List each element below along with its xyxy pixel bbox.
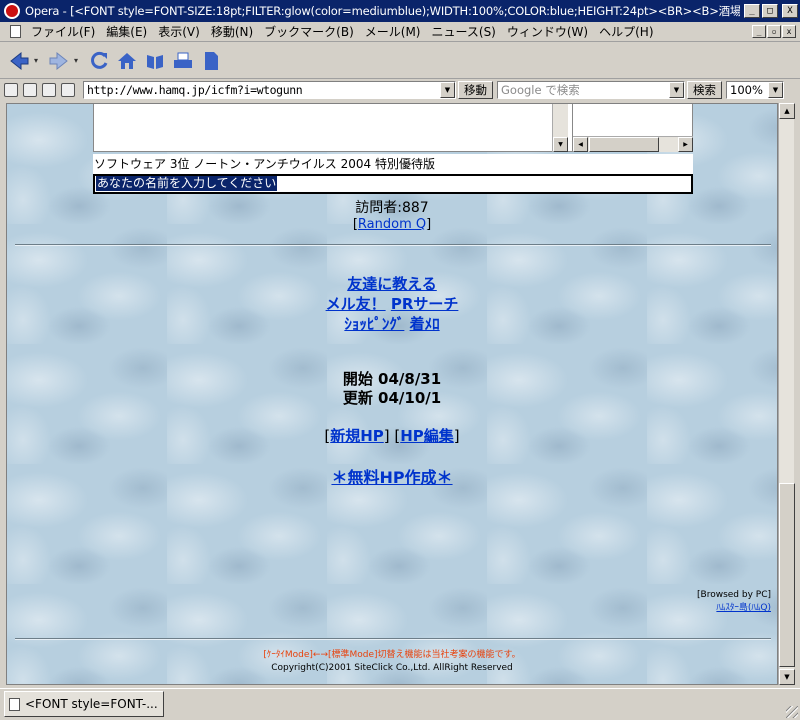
update-date: 更新 04/10/1: [342, 389, 442, 407]
frame-vertical-scrollbar[interactable]: ▼: [552, 104, 568, 152]
divider-bottom: [15, 638, 771, 640]
close-button[interactable]: X: [782, 4, 798, 18]
software-ad-text[interactable]: ソフトウェア 3位 ノートン・アンチウイルス 2004 特別優待版: [93, 154, 693, 174]
frame-scroll-down-button[interactable]: ▼: [553, 137, 568, 152]
home-icon[interactable]: [114, 48, 140, 74]
forward-arrow-icon[interactable]: [46, 48, 72, 74]
minimize-button[interactable]: _: [744, 4, 760, 18]
mdi-minimize-button[interactable]: _: [752, 25, 766, 38]
scroll-thumb[interactable]: [779, 483, 795, 667]
page-footer: [ｹｰﾀｲMode]←→[標準Mode]切替え機能は当社考案の機能です。 Cop…: [7, 649, 777, 675]
links-block: 友達に教える メル友！ PRサーチ ｼｮｯﾋﾟﾝｸﾞ 着ﾒﾛ: [7, 274, 777, 334]
name-input[interactable]: あなたの名前を入力してください: [93, 174, 693, 194]
search-field[interactable]: Google で検索 ▼: [497, 81, 685, 99]
pr-search-link[interactable]: PRサーチ: [391, 295, 459, 313]
new-hp-link[interactable]: 新規HP: [330, 427, 384, 445]
maximize-button[interactable]: □: [762, 4, 778, 18]
page-tab[interactable]: <FONT style=FONT-...: [4, 691, 164, 717]
free-hp-link[interactable]: ＊無料HP作成＊: [331, 468, 452, 487]
start-date: 開始 04/8/31: [342, 370, 442, 388]
opera-logo-icon: [4, 3, 20, 19]
page-vertical-scrollbar[interactable]: ▲ ▼: [778, 103, 795, 685]
tab-document-icon: [9, 697, 20, 711]
page-tab-label[interactable]: <FONT style=FONT-...: [25, 697, 158, 711]
hamster-island-link[interactable]: ﾊﾑｽﾀｰ島(ﾊﾑQ): [716, 603, 771, 613]
resize-grip[interactable]: [786, 706, 798, 718]
visitor-counter: 訪問者:887: [355, 200, 429, 216]
forward-history-dropdown[interactable]: ▾: [74, 56, 82, 65]
print-icon[interactable]: [170, 48, 196, 74]
zoom-dropdown-button[interactable]: ▼: [768, 82, 783, 98]
new-page-icon[interactable]: [42, 83, 56, 97]
zoom-select[interactable]: 100% ▼: [726, 81, 784, 99]
menu-window[interactable]: ウィンドウ(W): [505, 23, 597, 40]
search-button[interactable]: 検索: [687, 81, 722, 99]
frame-right-pane: ◀ ▶: [572, 104, 693, 152]
search-placeholder[interactable]: Google で検索: [498, 82, 669, 98]
browsed-by-label: [Browsed by PC]: [697, 590, 771, 600]
security-icon[interactable]: [4, 83, 18, 97]
shopping-link[interactable]: ｼｮｯﾋﾟﾝｸﾞ: [344, 315, 404, 333]
free-hp-row: ＊無料HP作成＊: [7, 464, 777, 488]
mdi-close-button[interactable]: x: [782, 25, 796, 38]
menu-mail[interactable]: メール(M): [363, 23, 430, 40]
frame-scroll-thumb[interactable]: [589, 137, 659, 152]
mdi-restore-button[interactable]: ▫: [767, 25, 781, 38]
mode-switch-note: [ｹｰﾀｲMode]←→[標準Mode]切替え機能は当社考案の機能です。: [263, 650, 521, 660]
menu-file[interactable]: ファイル(F): [29, 23, 104, 40]
back-arrow-icon[interactable]: [6, 48, 32, 74]
hp-links-row: [新規HP] [HP編集]: [324, 427, 460, 445]
frame-scroll-left-button[interactable]: ◀: [573, 137, 588, 152]
menu-bookmarks[interactable]: ブックマーク(B): [262, 23, 363, 40]
random-q-link[interactable]: Random Q: [358, 217, 426, 232]
random-q-row: [Random Q]: [352, 217, 432, 232]
browsed-by-block: [Browsed by PC] ﾊﾑｽﾀｰ島(ﾊﾑQ): [697, 589, 771, 615]
camera-icon[interactable]: [23, 83, 37, 97]
menu-help[interactable]: ヘルプ(H): [597, 23, 662, 40]
status-bar: <FONT style=FONT-...: [0, 688, 800, 720]
zoom-value[interactable]: 100%: [727, 83, 768, 97]
reload-icon[interactable]: [86, 48, 112, 74]
window-title: Opera - [<FONT style=FONT-SIZE:18pt;FILT…: [25, 4, 740, 18]
scroll-down-button[interactable]: ▼: [779, 669, 795, 685]
title-bar: Opera - [<FONT style=FONT-SIZE:18pt;FILT…: [0, 0, 800, 22]
copyright-text: Copyright(C)2001 SiteClick Co.,Ltd. AllR…: [271, 663, 513, 673]
menu-view[interactable]: 表示(V): [156, 23, 209, 40]
dates-block: 開始 04/8/31 更新 04/10/1: [7, 370, 777, 408]
menu-news[interactable]: ニュース(S): [429, 23, 504, 40]
menu-navigate[interactable]: 移動(N): [209, 23, 262, 40]
hotlist-icon[interactable]: [142, 48, 168, 74]
go-button[interactable]: 移動: [458, 81, 493, 99]
navigation-toolbar: ▾ ▾: [0, 43, 800, 79]
mail-friend-link[interactable]: メル友！: [326, 295, 386, 313]
frame-scroll-right-button[interactable]: ▶: [678, 137, 693, 152]
address-field[interactable]: http://www.hamq.jp/icfm?i=wtogunn ▼: [83, 81, 456, 99]
frame-horizontal-scrollbar[interactable]: ◀ ▶: [573, 136, 693, 152]
page-viewport: ▼ ◀ ▶ ソフトウェア 3位 ノートン・アンチウイルス 2004 特別優待版 …: [6, 103, 778, 685]
address-toolbar: http://www.hamq.jp/icfm?i=wtogunn ▼ 移動 G…: [0, 79, 800, 101]
scroll-up-button[interactable]: ▲: [779, 103, 795, 119]
address-dropdown-button[interactable]: ▼: [440, 82, 455, 98]
print-preview-icon[interactable]: [61, 83, 75, 97]
name-input-text[interactable]: あなたの名前を入力してください: [96, 176, 278, 191]
menu-edit[interactable]: 編集(E): [104, 23, 156, 40]
search-dropdown-button[interactable]: ▼: [669, 82, 684, 98]
embedded-frame: ▼ ◀ ▶: [93, 104, 693, 152]
address-url[interactable]: http://www.hamq.jp/icfm?i=wtogunn: [84, 83, 440, 97]
divider-top: [15, 244, 771, 246]
page-icon[interactable]: [198, 48, 224, 74]
document-icon: [10, 25, 21, 38]
chaku-melo-link[interactable]: 着ﾒﾛ: [410, 315, 440, 333]
back-history-dropdown[interactable]: ▾: [34, 56, 42, 65]
menu-bar: ファイル(F) 編集(E) 表示(V) 移動(N) ブックマーク(B) メール(…: [0, 22, 800, 42]
tell-friend-link[interactable]: 友達に教える: [347, 275, 437, 293]
edit-hp-link[interactable]: HP編集: [400, 427, 454, 445]
